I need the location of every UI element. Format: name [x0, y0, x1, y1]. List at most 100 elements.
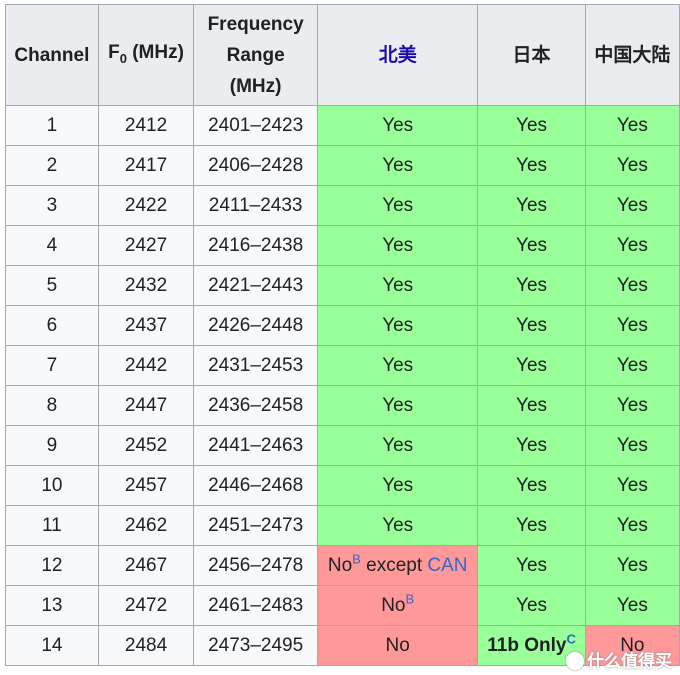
cell-channel: 6	[5, 305, 99, 346]
cell-f0: 2422	[97, 185, 195, 226]
jp-value: Yes	[516, 594, 548, 616]
cell-channel: 4	[5, 225, 99, 266]
cell-north-america: Yes	[317, 305, 479, 346]
cell-china: Yes	[584, 465, 680, 506]
cell-china: Yes	[584, 105, 680, 146]
cell-japan: Yes	[477, 345, 586, 386]
cell-japan: Yes	[477, 385, 586, 426]
cell-f0: 2467	[97, 545, 195, 586]
cell-range: 2406–2428	[193, 145, 319, 186]
watermark-text: 什么值得买	[587, 652, 672, 671]
na-value: Yes	[382, 114, 414, 136]
cell-range: 2411–2433	[193, 185, 319, 226]
cell-f0: 2452	[97, 425, 195, 466]
cell-china: Yes	[584, 305, 680, 346]
na-value: Yes	[382, 194, 414, 216]
jp-value: Yes	[516, 354, 548, 376]
na-value: No	[327, 554, 353, 576]
cell-north-america: Yes	[317, 425, 479, 466]
watermark: 什么值得买	[566, 647, 672, 672]
cell-channel: 8	[5, 385, 99, 426]
cell-japan: Yes	[477, 265, 586, 306]
jp-value: Yes	[516, 234, 548, 256]
na-value: Yes	[382, 354, 414, 376]
cell-north-america: Yes	[317, 145, 479, 186]
na-value: Yes	[382, 154, 414, 176]
cell-japan: Yes	[477, 225, 586, 266]
na-value: No	[385, 634, 410, 656]
cell-channel: 1	[5, 105, 99, 146]
f0-sub: 0	[119, 50, 127, 66]
cell-japan: Yes	[477, 305, 586, 346]
table-row: 8 2447 2436–2458 Yes Yes Yes	[5, 385, 680, 426]
cell-china: Yes	[584, 385, 680, 426]
jp-value: Yes	[516, 274, 548, 296]
cell-china: Yes	[584, 545, 680, 586]
cell-f0: 2472	[97, 585, 195, 626]
cell-north-america: Yes	[317, 505, 479, 546]
cell-japan: Yes	[477, 465, 586, 506]
footnote-c-link[interactable]: C	[566, 631, 575, 646]
footnote-b-link[interactable]: B	[352, 551, 361, 566]
jp-value: Yes	[516, 434, 548, 456]
cell-china: Yes	[584, 225, 680, 266]
table-row: 4 2427 2416–2438 Yes Yes Yes	[5, 225, 680, 266]
jp-value: Yes	[516, 514, 548, 536]
header-channel[interactable]: Channel	[5, 4, 99, 106]
header-north-america[interactable]: 北美	[317, 4, 479, 106]
jp-value: Yes	[516, 314, 548, 336]
cell-f0: 2412	[97, 105, 195, 146]
cell-japan: Yes	[477, 105, 586, 146]
cell-north-america: Yes	[317, 345, 479, 386]
cell-japan: Yes	[477, 185, 586, 226]
cell-range: 2473–2495	[193, 625, 319, 666]
cell-japan: Yes	[477, 145, 586, 186]
cell-north-america: Yes	[317, 465, 479, 506]
table-row: 2 2417 2406–2428 Yes Yes Yes	[5, 145, 680, 186]
cell-f0: 2437	[97, 305, 195, 346]
header-row: Channel F0 (MHz) Frequency Range (MHz) 北…	[5, 4, 680, 106]
cell-channel: 9	[5, 425, 99, 466]
can-link[interactable]: CAN	[427, 555, 467, 576]
cell-channel: 10	[5, 465, 99, 506]
cell-china: Yes	[584, 425, 680, 466]
cell-f0: 2462	[97, 505, 195, 546]
cell-channel: 14	[5, 625, 99, 666]
na-except-text: except	[360, 554, 428, 576]
cell-f0: 2457	[97, 465, 195, 506]
cell-china: Yes	[584, 505, 680, 546]
table-row: 6 2437 2426–2448 Yes Yes Yes	[5, 305, 680, 346]
cell-north-america: Yes	[317, 385, 479, 426]
na-value: No	[381, 594, 406, 616]
cell-range: 2416–2438	[193, 225, 319, 266]
cell-japan: Yes	[477, 545, 586, 586]
table-row: 10 2457 2446–2468 Yes Yes Yes	[5, 465, 680, 506]
header-china[interactable]: 中国大陆	[584, 4, 680, 106]
cell-japan: Yes	[477, 425, 586, 466]
header-frequency-range[interactable]: Frequency Range (MHz)	[193, 4, 319, 106]
table-row: 5 2432 2421–2443 Yes Yes Yes	[5, 265, 680, 306]
na-value: Yes	[382, 434, 414, 456]
jp-value: 11b Only	[487, 634, 567, 656]
header-japan[interactable]: 日本	[477, 4, 586, 106]
na-value: Yes	[382, 234, 414, 256]
cell-north-america: Yes	[317, 105, 479, 146]
cell-range: 2421–2443	[193, 265, 319, 306]
cell-china: Yes	[584, 345, 680, 386]
cell-range: 2431–2453	[193, 345, 319, 386]
north-america-link[interactable]: 北美	[379, 45, 417, 66]
table-row: 11 2462 2451–2473 Yes Yes Yes	[5, 505, 680, 546]
cell-f0: 2432	[97, 265, 195, 306]
jp-value: Yes	[516, 394, 548, 416]
cell-range: 2456–2478	[193, 545, 319, 586]
cell-range: 2446–2468	[193, 465, 319, 506]
cell-range: 2436–2458	[193, 385, 319, 426]
footnote-b-link[interactable]: B	[406, 591, 415, 606]
cell-china: Yes	[584, 145, 680, 186]
header-f0[interactable]: F0 (MHz)	[97, 4, 195, 106]
jp-value: Yes	[516, 554, 548, 576]
cell-channel: 13	[5, 585, 99, 626]
f0-main: F	[108, 41, 120, 63]
table-row: 7 2442 2431–2453 Yes Yes Yes	[5, 345, 680, 386]
jp-value: Yes	[516, 154, 548, 176]
